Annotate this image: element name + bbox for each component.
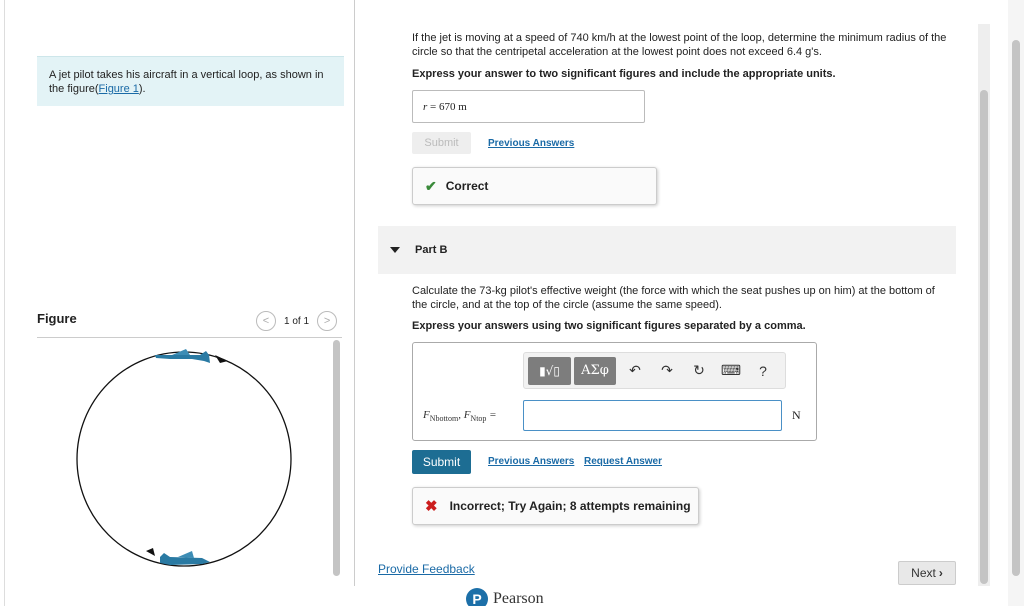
chevron-right-icon[interactable]: >	[317, 311, 338, 331]
partB-header[interactable]: Part B	[378, 226, 956, 274]
unit-label: N	[792, 408, 801, 422]
label-sub-bottom: Nbottom	[429, 414, 459, 424]
jet-bottom-icon	[160, 551, 210, 565]
math-answer-editor: ▮√▯ ΑΣφ ↶ ↷ ↻ ⌨ ? FNbottom, FNtop = N	[412, 342, 817, 441]
request-answer-link[interactable]: Request Answer	[584, 456, 662, 467]
partA-instruction: Express your answer to two significant f…	[412, 68, 836, 80]
provide-feedback-link[interactable]: Provide Feedback	[378, 562, 475, 576]
undo-icon[interactable]: ↶	[619, 357, 651, 385]
loop-circle	[76, 351, 292, 567]
answer-value: = 670 m	[427, 101, 467, 113]
page-scrollbar[interactable]	[1012, 40, 1020, 576]
keyboard-icon[interactable]: ⌨	[715, 357, 747, 385]
partB-submit-button[interactable]: Submit	[412, 450, 471, 474]
label-f-bottom: F	[423, 409, 430, 421]
intro-text: A jet pilot takes his aircraft in a vert…	[49, 69, 324, 95]
figure-page-count: 1 of 1	[284, 315, 310, 327]
collapse-triangle-icon	[390, 247, 400, 253]
answer-label: FNbottom, FNtop =	[423, 409, 497, 423]
check-icon: ✔	[425, 177, 437, 194]
partB-title: Part B	[415, 244, 448, 256]
partB-instruction: Express your answers using two significa…	[412, 320, 806, 332]
redo-icon[interactable]: ↷	[651, 357, 683, 385]
partB-answer-input[interactable]	[523, 400, 782, 431]
greek-symbols-button[interactable]: ΑΣφ	[574, 356, 616, 385]
partB-feedback-text: Incorrect; Try Again; 8 attempts remaini…	[449, 499, 691, 513]
panel-divider	[354, 0, 355, 586]
partA-feedback-text: Correct	[445, 179, 489, 193]
pearson-logo: P Pearson	[466, 588, 544, 606]
partA-previous-answers-link[interactable]: Previous Answers	[488, 138, 574, 149]
help-button[interactable]: ?	[747, 357, 779, 385]
chevron-right-icon: ›	[938, 566, 943, 580]
figure-scrollbar[interactable]	[333, 340, 340, 576]
label-separator: , F	[458, 409, 471, 421]
cross-icon: ✖	[425, 498, 438, 515]
content-scrollbar-thumb[interactable]	[980, 90, 988, 584]
pearson-p-icon: P	[466, 588, 488, 606]
frame-border	[4, 0, 5, 606]
brand-name: Pearson	[493, 590, 544, 606]
next-label: Next	[911, 566, 936, 580]
intro-suffix: ).	[138, 83, 146, 95]
bottom-arrow-icon	[146, 548, 155, 556]
figure-title: Figure	[37, 311, 77, 326]
vertical-loop-figure	[76, 349, 292, 567]
partB-question: Calculate the 73-kg pilot's effective we…	[412, 285, 935, 311]
chevron-left-icon[interactable]: <	[256, 311, 276, 331]
partB-feedback: ✖ Incorrect; Try Again; 8 attempts remai…	[412, 487, 699, 525]
figure-link[interactable]: Figure 1	[99, 83, 139, 95]
partA-question: If the jet is moving at a speed of 740 k…	[412, 32, 947, 58]
jet-top-icon	[155, 349, 210, 363]
partA-answer-field: r = 670 m	[412, 90, 645, 123]
next-button[interactable]: Next ›	[898, 561, 956, 585]
label-sub-top: Ntop	[470, 414, 487, 424]
problem-intro: A jet pilot takes his aircraft in a vert…	[37, 56, 344, 106]
partB-previous-answers-link[interactable]: Previous Answers	[488, 456, 574, 467]
math-toolbar: ▮√▯ ΑΣφ ↶ ↷ ↻ ⌨ ?	[523, 352, 786, 389]
figure-divider	[37, 337, 342, 338]
figure-pager: < 1 of 1 >	[256, 311, 338, 331]
partA-submit-button: Submit	[412, 132, 471, 154]
label-equals: =	[486, 409, 497, 421]
top-arrow-icon	[215, 355, 228, 363]
templates-button[interactable]: ▮√▯	[528, 356, 571, 385]
reset-icon[interactable]: ↻	[683, 357, 715, 385]
partA-feedback: ✔ Correct	[412, 167, 657, 205]
